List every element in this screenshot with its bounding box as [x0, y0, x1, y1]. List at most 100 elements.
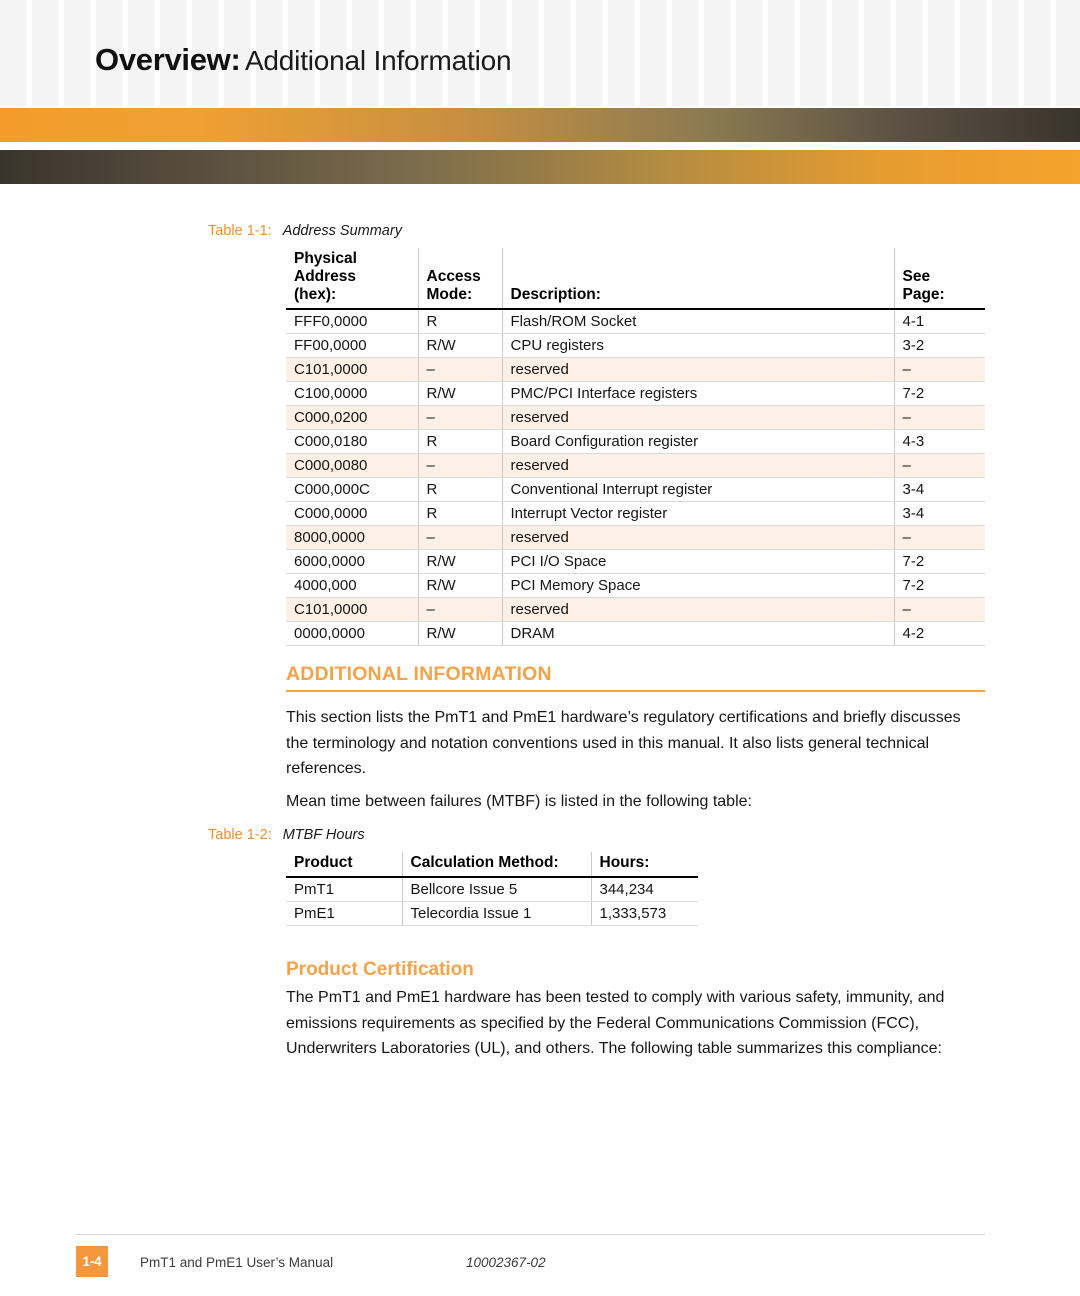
table-1-caption-label: Table 1-1:: [208, 223, 272, 239]
cell-description: reserved: [501, 405, 894, 430]
column-header-line-1: See: [902, 268, 931, 285]
cell-description: reserved: [501, 525, 894, 550]
column-header-physical-address: Physical Address (hex):: [286, 248, 418, 310]
table-1-caption-text: Address Summary: [282, 223, 402, 239]
column-header-calculation-method: Calculation Method:: [401, 852, 591, 878]
cell-description: PMC/PCI Interface registers: [501, 381, 894, 406]
page-title: Overview: Additional Information: [95, 42, 512, 77]
cell-physical-address: C101,0000: [286, 357, 418, 382]
table-row: 4000,000 R/W PCI Memory Space 7-2: [286, 573, 985, 598]
page-title-light: Additional Information: [244, 45, 512, 76]
table-row: C000,0000 R Interrupt Vector register 3-4: [286, 501, 985, 526]
table-row: C000,000C R Conventional Interrupt registe…: [286, 477, 985, 502]
column-header-line-2: Description:: [510, 286, 601, 303]
cell-see-page: –: [893, 525, 985, 550]
table-row: PmE1 Telecordia Issue 1 1,333,573: [286, 901, 698, 926]
cell-access-mode: –: [417, 453, 502, 478]
section-heading-rule: [286, 690, 985, 692]
table-row: FF00,0000 R/W CPU registers 3-2: [286, 333, 985, 358]
cell-physical-address: 4000,000: [286, 573, 418, 598]
address-summary-table: Physical Address (hex): Access Mode: Des…: [286, 248, 985, 646]
table-row: C101,0000– reserved –: [286, 357, 985, 382]
cell-description: Interrupt Vector register: [501, 501, 894, 526]
cell-calculation-method: Telecordia Issue 1: [401, 901, 591, 926]
table-row: 0000,0000 R/W DRAM 4-2: [286, 621, 985, 646]
table-row: C101,0000– reserved –: [286, 597, 985, 622]
table-2-caption-label: Table 1-2:: [208, 827, 272, 843]
page-title-bold: Overview:: [95, 42, 241, 77]
cell-product: PmT1: [286, 877, 402, 902]
cell-see-page: 7-2: [893, 549, 985, 574]
table-row: PmT1 Bellcore Issue 5 344,234: [286, 877, 698, 902]
cell-see-page: 7-2: [893, 381, 985, 406]
cell-physical-address: FFF0,0000: [286, 309, 418, 334]
footer-document-number: 10002367-02: [466, 1255, 546, 1270]
column-header-access-mode: Access Mode:: [417, 248, 502, 310]
cell-see-page: –: [893, 597, 985, 622]
table-2-caption-text: MTBF Hours: [282, 827, 365, 843]
cell-product: PmE1: [286, 901, 402, 926]
cell-access-mode: R: [417, 309, 502, 334]
cell-see-page: –: [893, 357, 985, 382]
header-gradient-bar-bottom: [0, 150, 1080, 184]
mtbf-hours-table-body: PmT1 Bellcore Issue 5 344,234 PmE1 Telecordi…: [286, 877, 698, 926]
cell-see-page: 3-4: [893, 501, 985, 526]
cell-description: DRAM: [501, 621, 894, 646]
section-paragraph-1: This section lists the PmT1 and PmE1 har…: [286, 709, 961, 777]
cell-access-mode: –: [417, 357, 502, 382]
section-paragraph-2: Mean time between failures (MTBF) is lis…: [286, 793, 752, 810]
header-gradient-bar-top: [0, 108, 1080, 142]
cell-see-page: 7-2: [893, 573, 985, 598]
cell-access-mode: –: [417, 525, 502, 550]
cell-access-mode: R/W: [417, 549, 502, 574]
section-heading-additional-information: ADDITIONAL INFORMATION: [286, 663, 552, 685]
cell-physical-address: C000,0000: [286, 501, 418, 526]
cell-see-page: 4-2: [893, 621, 985, 646]
column-header-line-2: Mode:: [426, 286, 473, 303]
column-header-hours: Hours:: [590, 852, 698, 878]
column-header-line-1: [511, 268, 515, 285]
cell-description: Conventional Interrupt register: [501, 477, 894, 502]
cell-see-page: 4-3: [893, 429, 985, 454]
cell-physical-address: 0000,0000: [286, 621, 418, 646]
cell-access-mode: –: [417, 597, 502, 622]
cell-physical-address: C101,0000: [286, 597, 418, 622]
table-row: 6000,0000 R/W PCI I/O Space 7-2: [286, 549, 985, 574]
cell-access-mode: R/W: [417, 621, 502, 646]
cell-physical-address: FF00,0000: [286, 333, 418, 358]
column-header-description: Description:: [501, 248, 894, 310]
certification-paragraph: The PmT1 and PmE1 hardware has been test…: [286, 989, 945, 1057]
cell-hours: 344,234: [590, 877, 698, 902]
table-row: FFF0,0000 R Flash/ROM Socket 4-1: [286, 309, 985, 334]
cell-physical-address: C100,0000: [286, 381, 418, 406]
cell-physical-address: C000,0080: [286, 453, 418, 478]
cell-physical-address: C000,0180: [286, 429, 418, 454]
column-header-product: Product: [286, 852, 402, 878]
cell-physical-address: C000,0200: [286, 405, 418, 430]
cell-description: PCI Memory Space: [501, 573, 894, 598]
cell-access-mode: R/W: [417, 333, 502, 358]
cell-access-mode: R: [417, 429, 502, 454]
cell-description: CPU registers: [501, 333, 894, 358]
table-header-row: Physical Address (hex): Access Mode: Des…: [286, 248, 985, 310]
cell-description: reserved: [501, 453, 894, 478]
subsection-heading-product-certification: Product Certification: [286, 959, 474, 980]
cell-description: reserved: [501, 597, 894, 622]
table-row: 8000,0000– reserved –: [286, 525, 985, 550]
table-header-row: Product Calculation Method: Hours:: [286, 852, 698, 878]
cell-access-mode: R/W: [417, 573, 502, 598]
cell-access-mode: R: [417, 477, 502, 502]
cell-calculation-method: Bellcore Issue 5: [401, 877, 591, 902]
cell-description: Flash/ROM Socket: [501, 309, 894, 334]
table-row: C100,0000 R/W PMC/PCI Interface registers 7…: [286, 381, 985, 406]
column-header-line-1: Physical Address: [294, 250, 357, 285]
column-header-line-2: Page:: [902, 286, 945, 303]
table-row: C000,0180 R Board Configuration register 4-…: [286, 429, 985, 454]
page-number-badge: 1-4: [76, 1246, 108, 1277]
cell-description: reserved: [501, 357, 894, 382]
footer-manual-title: PmT1 and PmE1 User’s Manual: [140, 1255, 334, 1270]
cell-access-mode: R/W: [417, 381, 502, 406]
column-header-line-1: Access: [426, 268, 481, 285]
table-row: C000,0080– reserved –: [286, 453, 985, 478]
cell-physical-address: 8000,0000: [286, 525, 418, 550]
